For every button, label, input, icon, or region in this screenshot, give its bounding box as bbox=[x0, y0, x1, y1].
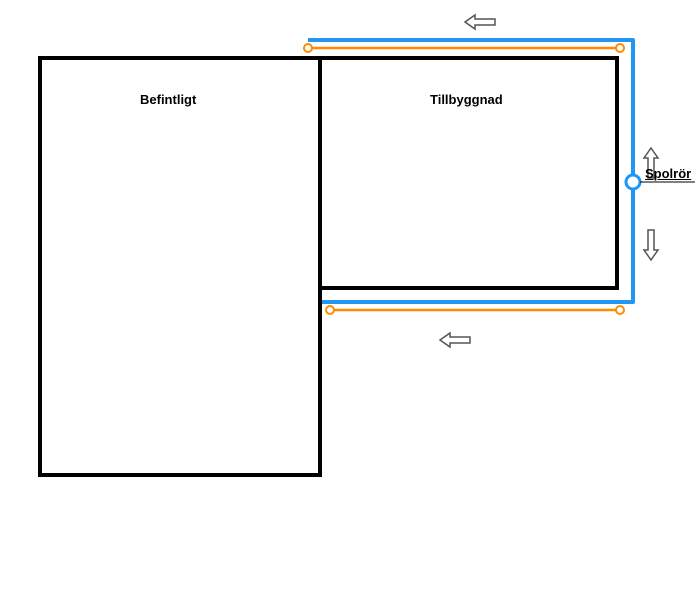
arrow-left-top bbox=[465, 15, 495, 29]
spolror-circle bbox=[626, 175, 640, 189]
orange-endpoint bbox=[304, 44, 312, 52]
diagram-canvas bbox=[0, 0, 700, 595]
orange-endpoint bbox=[616, 44, 624, 52]
label-spolror: Spolrör bbox=[645, 166, 691, 181]
label-extension: Tillbyggnad bbox=[430, 92, 503, 107]
label-existing: Befintligt bbox=[140, 92, 196, 107]
arrow-left-bottom bbox=[440, 333, 470, 347]
orange-endpoint bbox=[326, 306, 334, 314]
arrow-down-right bbox=[644, 230, 658, 260]
orange-endpoint bbox=[616, 306, 624, 314]
building-existing bbox=[40, 58, 320, 475]
